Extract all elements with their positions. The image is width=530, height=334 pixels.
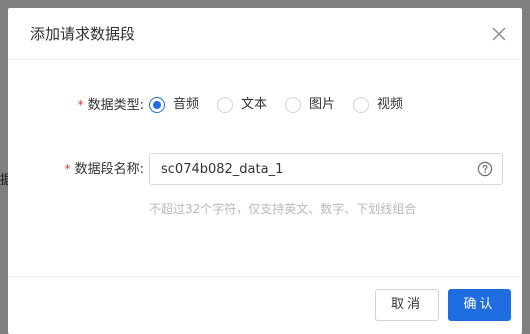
question-circle-icon[interactable] (477, 161, 493, 177)
dialog-footer: 取消 确认 (8, 276, 522, 334)
segment-name-label: * 数据段名称: (65, 153, 144, 186)
add-data-segment-dialog: 添加请求数据段 * 数据类型: 音频 文本 图片 视频 * 数据段名称: sc0… (8, 8, 522, 334)
data-type-label: * 数据类型: (78, 93, 144, 118)
data-type-label-text: 数据类型: (87, 98, 144, 113)
confirm-button[interactable]: 确认 (448, 289, 511, 321)
radio-video[interactable]: 视频 (353, 95, 403, 115)
required-mark: * (77, 98, 84, 112)
radio-video-label: 视频 (377, 97, 404, 112)
segment-name-label-text: 数据段名称: (74, 162, 144, 177)
segment-name-input[interactable] (161, 154, 461, 184)
cancel-button[interactable]: 取消 (375, 289, 439, 321)
radio-image[interactable]: 图片 (285, 95, 335, 115)
segment-name-hint: 不超过32个字符，仅支持英文、数字、下划线组合 (149, 202, 417, 216)
segment-name-field[interactable] (149, 153, 503, 185)
close-icon[interactable] (490, 25, 508, 43)
radio-audio[interactable]: 音频 (149, 95, 199, 115)
radio-image-circle[interactable] (285, 97, 301, 113)
radio-audio-label: 音频 (173, 97, 200, 112)
radio-text[interactable]: 文本 (217, 95, 267, 115)
radio-text-circle[interactable] (217, 97, 233, 113)
radio-video-circle[interactable] (353, 97, 369, 113)
radio-audio-circle[interactable] (149, 97, 165, 113)
required-mark: * (64, 162, 71, 176)
dialog-header: 添加请求数据段 (8, 8, 522, 60)
data-type-row: * 数据类型: 音频 文本 图片 视频 (8, 93, 522, 117)
radio-image-label: 图片 (309, 97, 336, 112)
dialog-title: 添加请求数据段 (30, 25, 136, 43)
segment-name-row: * 数据段名称: (8, 153, 522, 185)
radio-text-label: 文本 (241, 97, 268, 112)
